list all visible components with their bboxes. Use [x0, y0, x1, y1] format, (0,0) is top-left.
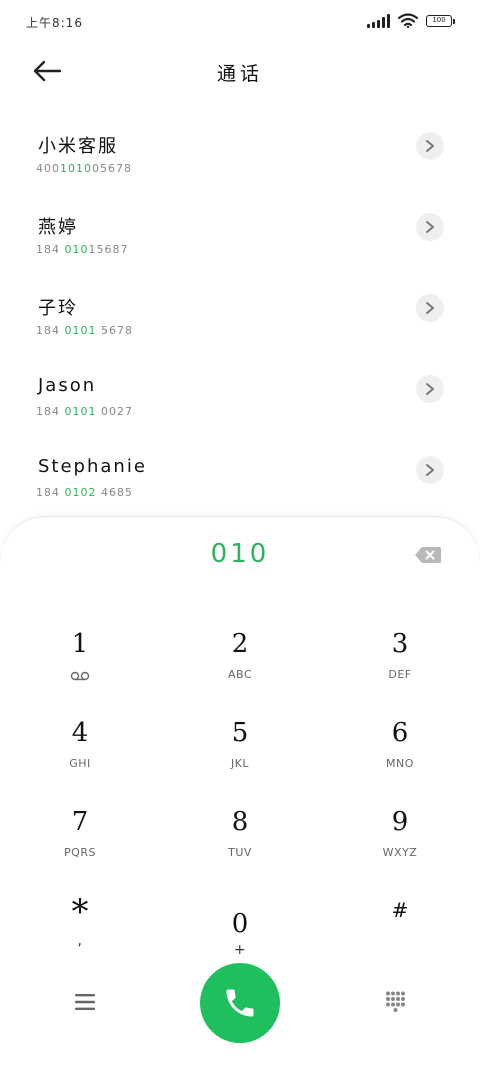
- header: 通话: [0, 44, 480, 100]
- number-prefix: 184: [36, 405, 65, 418]
- number-suffix: 5678: [96, 324, 133, 337]
- battery-icon: 100: [426, 14, 455, 27]
- contact-name: Stephanie: [38, 456, 147, 477]
- key-5[interactable]: 5 JKL: [180, 706, 300, 786]
- key-8[interactable]: 8 TUV: [180, 795, 300, 875]
- key-3[interactable]: 3 DEF: [340, 617, 460, 697]
- key-7[interactable]: 7 PQRS: [20, 795, 140, 875]
- status-time: 上午8:16: [26, 16, 83, 30]
- number-prefix: 400: [36, 162, 60, 175]
- key-digit: #: [391, 898, 409, 922]
- phone-icon: [226, 989, 254, 1017]
- chevron-right-icon: [426, 302, 434, 314]
- chevron-right-icon: [426, 140, 434, 152]
- key-digit: 4: [71, 718, 89, 748]
- contact-detail-button[interactable]: [416, 132, 444, 160]
- contact-row[interactable]: 燕婷 184 01015687: [0, 185, 480, 266]
- contact-row[interactable]: Stephanie 184 0102 4685: [0, 428, 480, 509]
- contact-name: 小米客服: [38, 136, 118, 157]
- key-letters: PQRS: [64, 846, 96, 859]
- contact-number: 184 0101 5678: [36, 324, 133, 337]
- contact-name: 燕婷: [38, 217, 78, 238]
- status-icons: 100: [367, 13, 455, 28]
- contact-detail-button[interactable]: [416, 375, 444, 403]
- key-9[interactable]: 9 WXYZ: [340, 795, 460, 875]
- menu-button[interactable]: [72, 991, 98, 1013]
- key-digit: 3: [391, 629, 409, 659]
- key-letters: ABC: [227, 668, 253, 681]
- key-letters: ,: [77, 933, 83, 949]
- key-letters: TUV: [228, 846, 252, 859]
- key-digit: 0: [231, 909, 249, 939]
- contact-row[interactable]: 子玲 184 0101 5678: [0, 266, 480, 347]
- key-letters: JKL: [230, 757, 250, 770]
- key-2[interactable]: 2 ABC: [180, 617, 300, 697]
- signal-icon: [367, 13, 390, 28]
- key-hash[interactable]: #: [340, 884, 460, 964]
- contact-detail-button[interactable]: [416, 213, 444, 241]
- chevron-right-icon: [426, 464, 434, 476]
- number-suffix: 05678: [92, 162, 132, 175]
- contact-name: 子玲: [38, 298, 78, 319]
- key-digit: 5: [231, 718, 249, 748]
- key-4[interactable]: 4 GHI: [20, 706, 140, 786]
- wifi-icon: [398, 13, 418, 28]
- chevron-right-icon: [426, 383, 434, 395]
- key-digit: *: [71, 892, 89, 932]
- dialer-screen: 上午8:16 100 通话 小米客服 4 00101005678 燕婷 184 0…: [0, 0, 480, 1066]
- battery-level: 100: [432, 16, 446, 24]
- key-letters: DEF: [388, 668, 412, 681]
- key-1[interactable]: 1: [20, 617, 140, 697]
- dialpad-toggle-button[interactable]: [383, 990, 407, 1014]
- number-match: 0101: [64, 324, 97, 337]
- voicemail-icon: [70, 671, 90, 681]
- dialpad-icon: [386, 991, 405, 1012]
- menu-icon: [75, 994, 95, 1010]
- number-suffix: 15687: [88, 243, 129, 256]
- dialpad-sheet: 010 1 2 ABC 3 DEF 4 GHI 5 JKL 6 MNO 7 PQ…: [0, 516, 480, 1066]
- backspace-icon: [415, 547, 441, 563]
- key-letters: GHI: [69, 757, 91, 770]
- key-star[interactable]: * ,: [20, 884, 140, 964]
- key-letters: MNO: [386, 757, 414, 770]
- contact-row[interactable]: Jason 184 0101 0027: [0, 347, 480, 428]
- key-digit: 9: [391, 807, 409, 837]
- contact-number: 184 0102 4685: [36, 486, 133, 499]
- contact-number: 184 0101 0027: [36, 405, 133, 418]
- chevron-right-icon: [426, 221, 434, 233]
- number-match: 0101: [64, 405, 97, 418]
- key-digit: 7: [71, 807, 89, 837]
- contact-list: 小米客服 400101005678 燕婷 184 01015687 子玲 184…: [0, 104, 480, 509]
- dialed-number[interactable]: 010: [0, 539, 480, 569]
- key-digit: 6: [391, 718, 409, 748]
- status-bar: 上午8:16 100: [0, 0, 480, 44]
- number-match: 010: [64, 243, 89, 256]
- key-digit: 2: [231, 629, 249, 659]
- page-title: 通话: [216, 63, 263, 85]
- key-letters: WXYZ: [382, 846, 418, 859]
- key-digit: 8: [231, 807, 249, 837]
- key-letters: +: [233, 942, 247, 958]
- backspace-button[interactable]: [414, 545, 442, 565]
- number-prefix: 184: [36, 486, 65, 499]
- contact-detail-button[interactable]: [416, 294, 444, 322]
- key-6[interactable]: 6 MNO: [340, 706, 460, 786]
- number-suffix: 4685: [96, 486, 133, 499]
- contact-name: Jason: [38, 375, 97, 396]
- contact-row[interactable]: 小米客服 400101005678: [0, 104, 480, 185]
- contact-detail-button[interactable]: [416, 456, 444, 484]
- number-prefix: 184: [36, 324, 65, 337]
- call-button[interactable]: [200, 963, 280, 1043]
- number-match: 1010: [60, 162, 92, 175]
- contact-number: 400101005678: [36, 162, 132, 175]
- number-match: 0102: [64, 486, 97, 499]
- number-prefix: 184: [36, 243, 65, 256]
- key-digit: 1: [71, 629, 89, 659]
- contact-number: 184 01015687: [36, 243, 129, 256]
- number-suffix: 0027: [96, 405, 133, 418]
